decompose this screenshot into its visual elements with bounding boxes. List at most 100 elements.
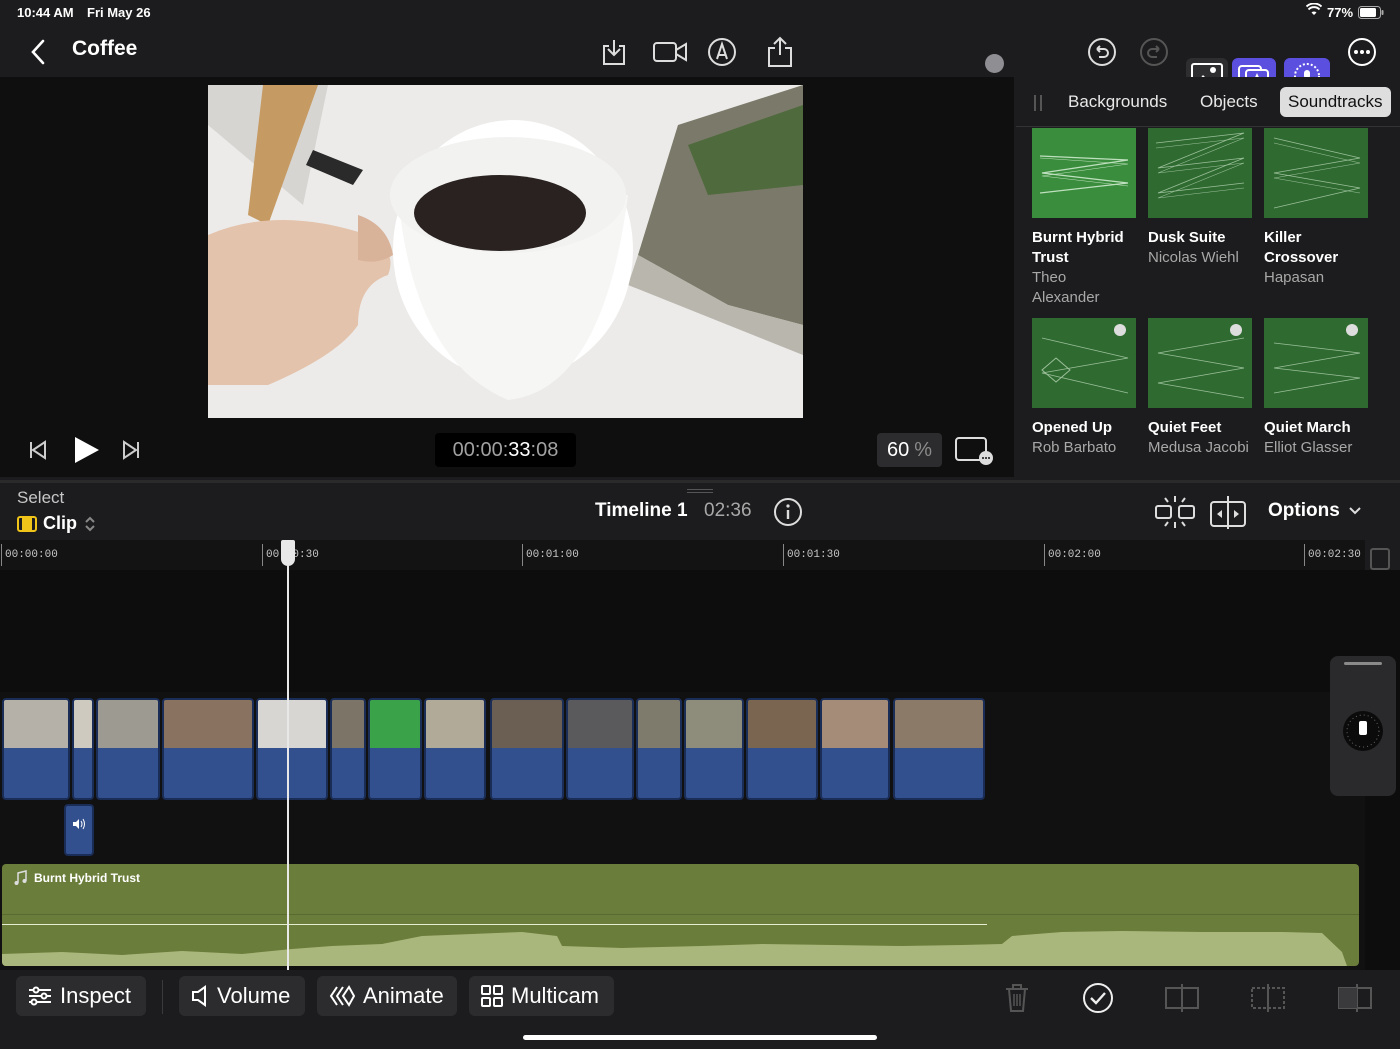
video-clip[interactable]	[820, 698, 890, 800]
soundtrack-card[interactable]: Burnt Hybrid Trust Theo Alexander	[1032, 128, 1136, 308]
clip-icon	[17, 515, 37, 532]
soundtrack-card[interactable]: Killer Crossover Hapasan	[1264, 128, 1368, 288]
video-clip[interactable]	[636, 698, 682, 800]
snapping-icon[interactable]	[1153, 493, 1197, 536]
soundtrack-waveform	[2, 931, 1347, 966]
video-clip[interactable]	[684, 698, 744, 800]
soundtrack-title: Opened Up	[1032, 419, 1113, 436]
skimming-icon[interactable]	[1207, 493, 1249, 536]
trim-icon[interactable]	[1337, 980, 1373, 1016]
soundtrack-artwork	[1032, 128, 1136, 218]
video-clip[interactable]	[424, 698, 486, 800]
chevron-down-icon	[1349, 507, 1361, 515]
project-title: Coffee	[72, 37, 138, 60]
speaker-icon	[73, 818, 85, 830]
info-icon[interactable]	[773, 497, 803, 532]
animate-label: Animate	[363, 983, 444, 1008]
soundtrack-artwork	[1148, 128, 1252, 218]
soundtrack-clip[interactable]: Burnt Hybrid Trust	[2, 864, 1359, 966]
volume-label: Volume	[217, 983, 291, 1008]
video-clip[interactable]	[2, 698, 70, 800]
detach-icon[interactable]	[1250, 980, 1286, 1016]
zoom-control[interactable]: 60%	[877, 433, 942, 467]
content-browser: Backgrounds Objects Soundtracks Burnt Hy…	[1016, 77, 1400, 477]
skip-back-icon[interactable]	[28, 440, 48, 465]
options-menu[interactable]: Options	[1268, 500, 1362, 522]
video-clip[interactable]	[490, 698, 564, 800]
video-clip[interactable]	[72, 698, 94, 800]
video-preview[interactable]	[208, 85, 803, 418]
soundtrack-artist: Rob Barbato	[1032, 439, 1117, 456]
options-label: Options	[1268, 500, 1340, 521]
wifi-icon	[1305, 2, 1323, 20]
undo-icon[interactable]	[1082, 32, 1122, 72]
multicam-label: Multicam	[511, 983, 600, 1008]
battery-percent: 77%	[1327, 5, 1354, 20]
share-icon[interactable]	[760, 32, 800, 72]
camera-icon[interactable]	[650, 32, 690, 72]
more-icon[interactable]	[1342, 32, 1382, 72]
skip-forward-icon[interactable]	[121, 440, 141, 465]
soundtrack-card[interactable]: Dusk Suite Nicolas Wiehl	[1148, 128, 1252, 268]
soundtrack-title: Burnt Hybrid Trust	[1032, 229, 1124, 266]
timeline-ruler[interactable]: 00:00:00 00:00:30 00:01:00 00:01:30 00:0…	[0, 540, 1365, 570]
speaker-icon	[192, 985, 206, 1007]
ruler-label: 00:01:30	[783, 544, 840, 566]
empty-track-area	[0, 570, 1365, 692]
markup-icon[interactable]	[702, 32, 742, 72]
video-clip[interactable]	[746, 698, 818, 800]
soundtrack-clip-label: Burnt Hybrid Trust	[34, 871, 141, 885]
soundtrack-card[interactable]: Opened Up Rob Barbato	[1032, 318, 1136, 458]
timecode-display[interactable]: 00:00: 33:08	[435, 433, 576, 467]
playhead[interactable]	[287, 540, 289, 970]
select-mode-picker[interactable]: Clip	[17, 513, 97, 534]
viewer-options-icon[interactable]	[955, 437, 995, 472]
inspect-label: Inspect	[60, 983, 131, 1008]
soundtrack-card[interactable]: Quiet Feet Medusa Jacobi	[1148, 318, 1252, 458]
redo-icon[interactable]	[1134, 32, 1174, 72]
playhead-handle[interactable]	[281, 540, 295, 566]
soundtrack-title: Quiet Feet	[1148, 419, 1222, 436]
soundtrack-artwork	[1264, 318, 1368, 408]
browser-drag-handle[interactable]	[1034, 95, 1042, 111]
audio-meter-toggle[interactable]	[1370, 548, 1390, 570]
camera-indicator	[985, 54, 1004, 73]
inspect-button[interactable]: Inspect	[16, 976, 146, 1016]
soundtrack-artist: Theo Alexander	[1032, 269, 1100, 306]
zoom-unit: %	[914, 438, 933, 461]
play-icon[interactable]	[72, 435, 100, 470]
ruler-label: 00:02:00	[1044, 544, 1101, 566]
video-clip[interactable]	[256, 698, 328, 800]
home-indicator	[523, 1035, 877, 1040]
tab-soundtracks[interactable]: Soundtracks	[1280, 87, 1391, 117]
video-clip[interactable]	[162, 698, 254, 800]
video-clip[interactable]	[893, 698, 985, 800]
timeline-header: Select Clip Timeline 1 02:36 Options	[0, 480, 1400, 540]
trash-icon[interactable]	[999, 980, 1035, 1016]
ruler-label: 00:02:30	[1304, 544, 1361, 566]
back-chevron-icon[interactable]	[18, 32, 58, 72]
zoom-slider[interactable]	[1330, 656, 1396, 796]
select-mode-label: Clip	[43, 513, 77, 533]
audio-clip[interactable]	[64, 804, 94, 856]
soundtrack-artwork	[1148, 318, 1252, 408]
checkmark-icon[interactable]	[1080, 980, 1116, 1016]
timeline-resize-handle[interactable]	[687, 489, 713, 493]
import-icon[interactable]	[594, 32, 634, 72]
video-clip[interactable]	[330, 698, 366, 800]
video-clip[interactable]	[566, 698, 634, 800]
animate-button[interactable]: Animate	[317, 976, 457, 1016]
video-clip[interactable]	[96, 698, 160, 800]
multicam-button[interactable]: Multicam	[469, 976, 614, 1016]
soundtrack-artist: Medusa Jacobi	[1148, 439, 1249, 456]
tab-backgrounds[interactable]: Backgrounds	[1060, 87, 1175, 117]
soundtrack-card[interactable]: Quiet March Elliot Glasser	[1264, 318, 1368, 458]
video-clip[interactable]	[368, 698, 422, 800]
tab-objects[interactable]: Objects	[1192, 87, 1266, 117]
chevron-updown-icon	[85, 516, 95, 531]
status-bar: 10:44 AM Fri May 26 77%	[0, 0, 1400, 26]
split-icon[interactable]	[1164, 980, 1200, 1016]
jog-wheel-icon	[1343, 711, 1383, 751]
sliders-icon	[29, 986, 51, 1006]
volume-button[interactable]: Volume	[179, 976, 305, 1016]
